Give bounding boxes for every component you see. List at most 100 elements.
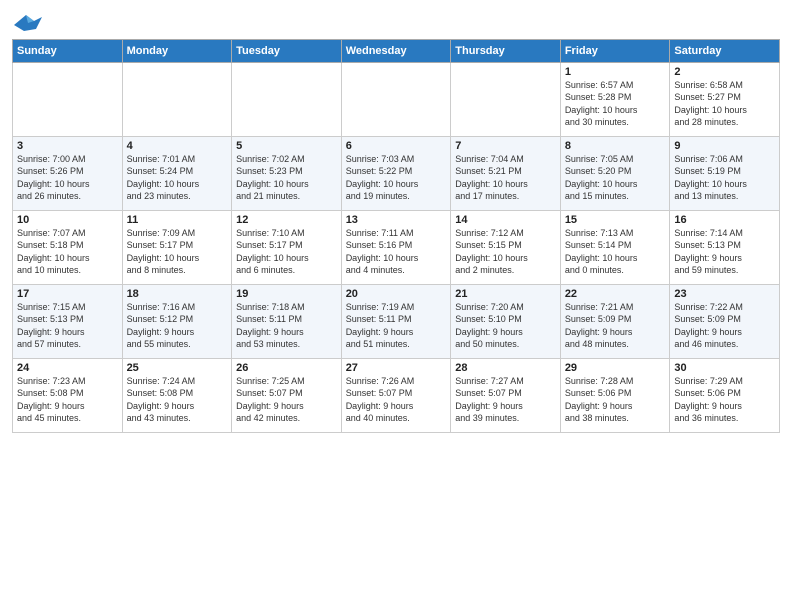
header-day-sunday: Sunday	[13, 39, 123, 62]
calendar-cell: 5Sunrise: 7:02 AM Sunset: 5:23 PM Daylig…	[232, 136, 342, 210]
calendar-cell: 7Sunrise: 7:04 AM Sunset: 5:21 PM Daylig…	[451, 136, 561, 210]
day-info: Sunrise: 7:21 AM Sunset: 5:09 PM Dayligh…	[565, 301, 666, 351]
day-number: 22	[565, 288, 666, 300]
day-number: 6	[346, 140, 447, 152]
day-number: 28	[455, 362, 556, 374]
calendar-week-3: 10Sunrise: 7:07 AM Sunset: 5:18 PM Dayli…	[13, 210, 780, 284]
day-number: 8	[565, 140, 666, 152]
header-day-wednesday: Wednesday	[341, 39, 451, 62]
calendar-cell: 18Sunrise: 7:16 AM Sunset: 5:12 PM Dayli…	[122, 284, 232, 358]
day-info: Sunrise: 7:05 AM Sunset: 5:20 PM Dayligh…	[565, 153, 666, 203]
header-day-tuesday: Tuesday	[232, 39, 342, 62]
day-info: Sunrise: 7:18 AM Sunset: 5:11 PM Dayligh…	[236, 301, 337, 351]
calendar-cell: 28Sunrise: 7:27 AM Sunset: 5:07 PM Dayli…	[451, 358, 561, 432]
calendar-week-5: 24Sunrise: 7:23 AM Sunset: 5:08 PM Dayli…	[13, 358, 780, 432]
calendar-cell: 22Sunrise: 7:21 AM Sunset: 5:09 PM Dayli…	[560, 284, 670, 358]
day-number: 5	[236, 140, 337, 152]
day-info: Sunrise: 7:28 AM Sunset: 5:06 PM Dayligh…	[565, 375, 666, 425]
day-info: Sunrise: 7:15 AM Sunset: 5:13 PM Dayligh…	[17, 301, 118, 351]
calendar-cell: 30Sunrise: 7:29 AM Sunset: 5:06 PM Dayli…	[670, 358, 780, 432]
header-day-thursday: Thursday	[451, 39, 561, 62]
calendar-cell: 12Sunrise: 7:10 AM Sunset: 5:17 PM Dayli…	[232, 210, 342, 284]
day-info: Sunrise: 6:57 AM Sunset: 5:28 PM Dayligh…	[565, 79, 666, 129]
calendar-cell: 17Sunrise: 7:15 AM Sunset: 5:13 PM Dayli…	[13, 284, 123, 358]
calendar-week-4: 17Sunrise: 7:15 AM Sunset: 5:13 PM Dayli…	[13, 284, 780, 358]
header	[12, 10, 780, 31]
calendar-cell: 4Sunrise: 7:01 AM Sunset: 5:24 PM Daylig…	[122, 136, 232, 210]
day-number: 19	[236, 288, 337, 300]
calendar-cell: 19Sunrise: 7:18 AM Sunset: 5:11 PM Dayli…	[232, 284, 342, 358]
calendar-cell: 15Sunrise: 7:13 AM Sunset: 5:14 PM Dayli…	[560, 210, 670, 284]
day-number: 7	[455, 140, 556, 152]
day-info: Sunrise: 7:09 AM Sunset: 5:17 PM Dayligh…	[127, 227, 228, 277]
day-number: 23	[674, 288, 775, 300]
day-number: 20	[346, 288, 447, 300]
day-info: Sunrise: 7:03 AM Sunset: 5:22 PM Dayligh…	[346, 153, 447, 203]
header-day-friday: Friday	[560, 39, 670, 62]
logo-text	[12, 14, 42, 35]
day-number: 30	[674, 362, 775, 374]
day-info: Sunrise: 7:29 AM Sunset: 5:06 PM Dayligh…	[674, 375, 775, 425]
day-number: 3	[17, 140, 118, 152]
day-info: Sunrise: 7:01 AM Sunset: 5:24 PM Dayligh…	[127, 153, 228, 203]
day-info: Sunrise: 7:20 AM Sunset: 5:10 PM Dayligh…	[455, 301, 556, 351]
calendar-week-1: 1Sunrise: 6:57 AM Sunset: 5:28 PM Daylig…	[13, 62, 780, 136]
calendar-cell: 1Sunrise: 6:57 AM Sunset: 5:28 PM Daylig…	[560, 62, 670, 136]
day-number: 24	[17, 362, 118, 374]
day-info: Sunrise: 7:19 AM Sunset: 5:11 PM Dayligh…	[346, 301, 447, 351]
day-info: Sunrise: 7:23 AM Sunset: 5:08 PM Dayligh…	[17, 375, 118, 425]
day-number: 21	[455, 288, 556, 300]
header-day-monday: Monday	[122, 39, 232, 62]
day-number: 16	[674, 214, 775, 226]
day-number: 1	[565, 66, 666, 78]
day-info: Sunrise: 7:25 AM Sunset: 5:07 PM Dayligh…	[236, 375, 337, 425]
calendar-cell: 23Sunrise: 7:22 AM Sunset: 5:09 PM Dayli…	[670, 284, 780, 358]
calendar-cell: 11Sunrise: 7:09 AM Sunset: 5:17 PM Dayli…	[122, 210, 232, 284]
calendar-cell: 25Sunrise: 7:24 AM Sunset: 5:08 PM Dayli…	[122, 358, 232, 432]
calendar-cell: 16Sunrise: 7:14 AM Sunset: 5:13 PM Dayli…	[670, 210, 780, 284]
calendar-cell	[451, 62, 561, 136]
day-info: Sunrise: 7:13 AM Sunset: 5:14 PM Dayligh…	[565, 227, 666, 277]
calendar-cell: 24Sunrise: 7:23 AM Sunset: 5:08 PM Dayli…	[13, 358, 123, 432]
day-info: Sunrise: 7:12 AM Sunset: 5:15 PM Dayligh…	[455, 227, 556, 277]
calendar-cell: 8Sunrise: 7:05 AM Sunset: 5:20 PM Daylig…	[560, 136, 670, 210]
page-container: SundayMondayTuesdayWednesdayThursdayFrid…	[0, 0, 792, 441]
calendar-cell: 27Sunrise: 7:26 AM Sunset: 5:07 PM Dayli…	[341, 358, 451, 432]
calendar-cell: 2Sunrise: 6:58 AM Sunset: 5:27 PM Daylig…	[670, 62, 780, 136]
logo-bird-icon	[14, 15, 42, 35]
day-number: 10	[17, 214, 118, 226]
day-info: Sunrise: 7:22 AM Sunset: 5:09 PM Dayligh…	[674, 301, 775, 351]
day-number: 14	[455, 214, 556, 226]
calendar-cell: 13Sunrise: 7:11 AM Sunset: 5:16 PM Dayli…	[341, 210, 451, 284]
day-info: Sunrise: 7:02 AM Sunset: 5:23 PM Dayligh…	[236, 153, 337, 203]
day-info: Sunrise: 7:04 AM Sunset: 5:21 PM Dayligh…	[455, 153, 556, 203]
calendar-cell: 9Sunrise: 7:06 AM Sunset: 5:19 PM Daylig…	[670, 136, 780, 210]
calendar-cell: 21Sunrise: 7:20 AM Sunset: 5:10 PM Dayli…	[451, 284, 561, 358]
calendar-cell	[13, 62, 123, 136]
day-number: 17	[17, 288, 118, 300]
calendar-cell: 6Sunrise: 7:03 AM Sunset: 5:22 PM Daylig…	[341, 136, 451, 210]
day-number: 2	[674, 66, 775, 78]
day-info: Sunrise: 7:14 AM Sunset: 5:13 PM Dayligh…	[674, 227, 775, 277]
calendar-cell	[122, 62, 232, 136]
day-number: 11	[127, 214, 228, 226]
calendar-cell: 29Sunrise: 7:28 AM Sunset: 5:06 PM Dayli…	[560, 358, 670, 432]
day-number: 12	[236, 214, 337, 226]
day-info: Sunrise: 7:06 AM Sunset: 5:19 PM Dayligh…	[674, 153, 775, 203]
calendar-cell: 14Sunrise: 7:12 AM Sunset: 5:15 PM Dayli…	[451, 210, 561, 284]
day-info: Sunrise: 7:26 AM Sunset: 5:07 PM Dayligh…	[346, 375, 447, 425]
day-info: Sunrise: 7:10 AM Sunset: 5:17 PM Dayligh…	[236, 227, 337, 277]
day-number: 25	[127, 362, 228, 374]
calendar-cell: 20Sunrise: 7:19 AM Sunset: 5:11 PM Dayli…	[341, 284, 451, 358]
day-number: 15	[565, 214, 666, 226]
calendar-cell: 10Sunrise: 7:07 AM Sunset: 5:18 PM Dayli…	[13, 210, 123, 284]
calendar-header-row: SundayMondayTuesdayWednesdayThursdayFrid…	[13, 39, 780, 62]
calendar-cell: 26Sunrise: 7:25 AM Sunset: 5:07 PM Dayli…	[232, 358, 342, 432]
day-info: Sunrise: 7:27 AM Sunset: 5:07 PM Dayligh…	[455, 375, 556, 425]
day-info: Sunrise: 7:11 AM Sunset: 5:16 PM Dayligh…	[346, 227, 447, 277]
day-number: 13	[346, 214, 447, 226]
day-info: Sunrise: 7:00 AM Sunset: 5:26 PM Dayligh…	[17, 153, 118, 203]
logo	[12, 14, 42, 31]
calendar-cell	[232, 62, 342, 136]
day-number: 29	[565, 362, 666, 374]
